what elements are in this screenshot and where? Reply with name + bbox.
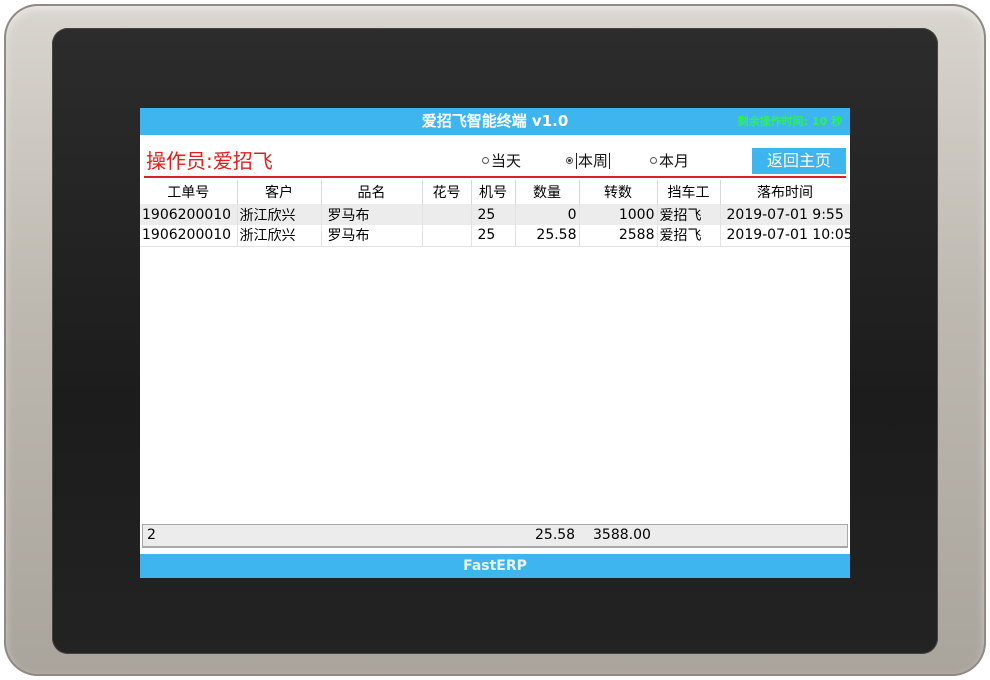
cell-operator: 爱招飞 <box>657 225 721 247</box>
title-bar: 爱招飞智能终端 v1.0 剩余操作时间: 10 秒 <box>140 108 850 135</box>
cell-pattern <box>422 225 472 247</box>
filter-month-label: 本月 <box>659 152 690 170</box>
text-cursor <box>609 153 611 169</box>
summary-quantity-total: 25.58 <box>535 527 576 543</box>
cell-doff-time: 2019-07-01 10:05 <box>720 225 850 247</box>
col-header-quantity[interactable]: 数量 <box>515 180 580 204</box>
summary-count: 2 <box>147 527 156 543</box>
cell-operator: 爱招飞 <box>657 204 721 225</box>
return-home-button[interactable]: 返回主页 <box>752 148 846 174</box>
col-header-pattern[interactable]: 花号 <box>422 180 472 204</box>
cell-doff-time: 2019-07-01 9:55 <box>720 204 850 225</box>
radio-circle-icon <box>650 156 657 164</box>
filter-today-radio[interactable]: 当天 <box>482 150 521 172</box>
filter-week-label: 本周 <box>578 152 609 170</box>
cell-product: 罗马布 <box>321 225 423 247</box>
cell-customer: 浙江欣兴 <box>237 225 322 247</box>
cell-pattern <box>422 204 472 225</box>
col-header-customer[interactable]: 客户 <box>237 180 322 204</box>
cell-turns: 1000 <box>579 204 658 225</box>
summary-bar: 2 25.58 3588.00 <box>142 524 848 548</box>
filter-today-label: 当天 <box>491 152 522 170</box>
records-table: 工单号 客户 品名 花号 机号 数量 转数 挡车工 落布时间 190620001… <box>140 180 850 247</box>
header-divider <box>144 176 846 178</box>
summary-turns-total: 3588.00 <box>593 527 651 543</box>
cell-order-no: 1906200010 <box>140 225 238 247</box>
cell-machine: 25 <box>471 225 516 247</box>
cell-order-no: 1906200010 <box>140 204 238 225</box>
cell-turns: 2588 <box>579 225 658 247</box>
cell-quantity: 25.58 <box>515 225 580 247</box>
table-row[interactable]: 1906200010 浙江欣兴 罗马布 25 25.58 2588 爱招飞 20… <box>140 225 850 247</box>
table-header-row: 工单号 客户 品名 花号 机号 数量 转数 挡车工 落布时间 <box>140 180 850 204</box>
col-header-operator[interactable]: 挡车工 <box>657 180 721 204</box>
cell-quantity: 0 <box>515 204 580 225</box>
footer-brand: FastERP <box>140 554 850 578</box>
cell-product: 罗马布 <box>321 204 423 225</box>
col-header-turns[interactable]: 转数 <box>579 180 658 204</box>
radio-selected-icon <box>566 156 573 164</box>
terminal-screen: 爱招飞智能终端 v1.0 剩余操作时间: 10 秒 操作员:爱招飞 当天 本周 … <box>140 108 850 578</box>
text-cursor <box>576 153 577 169</box>
cell-machine: 25 <box>471 204 516 225</box>
radio-circle-icon <box>482 156 489 164</box>
filter-week-radio[interactable]: 本周 <box>566 150 611 172</box>
cell-customer: 浙江欣兴 <box>237 204 322 225</box>
operator-label: 操作员:爱招飞 <box>146 149 273 173</box>
col-header-order-no[interactable]: 工单号 <box>140 180 238 204</box>
table-row[interactable]: 1906200010 浙江欣兴 罗马布 25 0 1000 爱招飞 2019-0… <box>140 204 850 225</box>
filter-month-radio[interactable]: 本月 <box>650 150 689 172</box>
col-header-doff-time[interactable]: 落布时间 <box>720 180 850 204</box>
countdown-timer: 剩余操作时间: 10 秒 <box>737 115 842 128</box>
col-header-machine[interactable]: 机号 <box>471 180 516 204</box>
col-header-product[interactable]: 品名 <box>321 180 423 204</box>
